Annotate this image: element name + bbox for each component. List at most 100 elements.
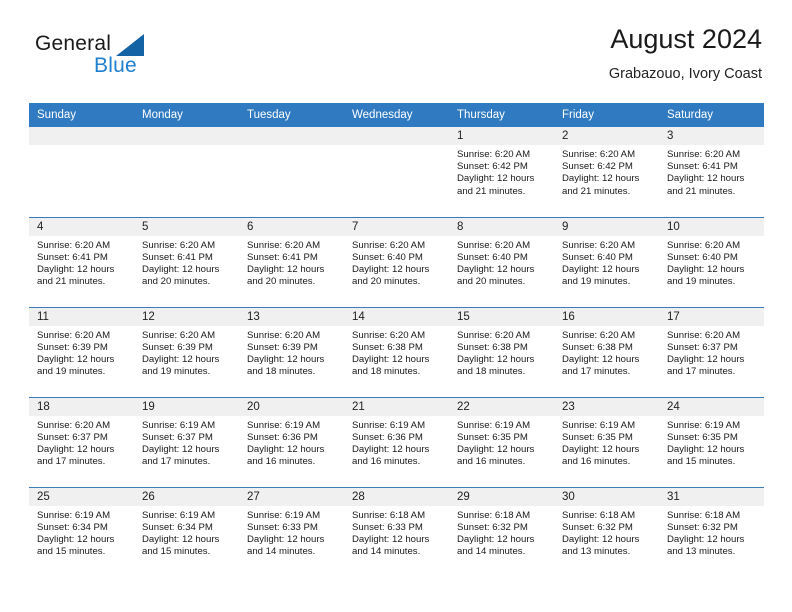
calendar-cell-empty <box>29 127 134 217</box>
calendar-day-cell[interactable]: 8 Sunrise: 6:20 AM Sunset: 6:40 PM Daylight… <box>449 216 554 307</box>
day-details: Sunrise: 6:20 AM Sunset: 6:40 PM Daylight:… <box>659 236 764 289</box>
calendar-day-cell[interactable]: 1 Sunrise: 6:20 AM Sunset: 6:42 PM Daylight… <box>449 127 554 217</box>
day-detail-line: and 21 minutes. <box>667 185 736 197</box>
general-blue-logo[interactable]: General Blue <box>35 32 175 84</box>
calendar-day-cell[interactable]: 22 Sunrise: 6:19 AM Sunset: 6:35 PM Dayligh… <box>449 396 554 487</box>
calendar-day-cell[interactable]: 28 Sunrise: 6:18 AM Sunset: 6:33 PM Dayligh… <box>344 486 449 577</box>
day-number: 10 <box>659 217 764 236</box>
calendar-day-cell[interactable]: 21 Sunrise: 6:19 AM Sunset: 6:36 PM Dayligh… <box>344 396 449 487</box>
day-detail-line: and 14 minutes. <box>352 546 421 558</box>
day-detail-line: Sunrise: 6:20 AM <box>457 239 531 251</box>
day-number: 29 <box>449 487 554 506</box>
day-detail-line: Daylight: 12 hours <box>457 263 535 275</box>
calendar-day-cell[interactable]: 31 Sunrise: 6:18 AM Sunset: 6:32 PM Dayligh… <box>659 486 764 577</box>
day-detail-line: and 17 minutes. <box>562 366 631 378</box>
day-detail-line: and 20 minutes. <box>247 276 316 288</box>
calendar-grid: Sunday Monday Tuesday Wednesday Thursday Frid… <box>29 103 764 577</box>
day-detail-line: Sunrise: 6:18 AM <box>667 509 741 521</box>
calendar-day-cell[interactable]: 20 Sunrise: 6:19 AM Sunset: 6:36 PM Dayligh… <box>239 396 344 487</box>
day-detail-line: Sunset: 6:33 PM <box>352 521 423 533</box>
day-number: 2 <box>554 127 659 145</box>
day-detail-line: Sunrise: 6:20 AM <box>37 419 111 431</box>
day-detail-line: Sunrise: 6:19 AM <box>37 509 111 521</box>
calendar-day-cell[interactable]: 14 Sunrise: 6:20 AM Sunset: 6:38 PM Dayligh… <box>344 306 449 397</box>
day-detail-line: Sunrise: 6:18 AM <box>352 509 426 521</box>
calendar-day-cell[interactable]: 29 Sunrise: 6:18 AM Sunset: 6:32 PM Dayligh… <box>449 486 554 577</box>
day-details: Sunrise: 6:20 AM Sunset: 6:38 PM Daylight:… <box>554 326 659 379</box>
calendar-day-cell[interactable]: 12 Sunrise: 6:20 AM Sunset: 6:39 PM Dayligh… <box>134 306 239 397</box>
day-detail-line: and 18 minutes. <box>352 366 421 378</box>
day-detail-line: Sunset: 6:34 PM <box>37 521 108 533</box>
day-detail-line: Sunset: 6:41 PM <box>142 251 213 263</box>
day-detail-line: and 13 minutes. <box>562 546 631 558</box>
day-detail-line: Daylight: 12 hours <box>457 443 535 455</box>
day-detail-line: Sunset: 6:38 PM <box>562 341 633 353</box>
day-detail-line: Sunrise: 6:20 AM <box>667 149 741 160</box>
calendar-day-cell[interactable]: 27 Sunrise: 6:19 AM Sunset: 6:33 PM Dayligh… <box>239 486 344 577</box>
calendar-day-cell[interactable]: 23 Sunrise: 6:19 AM Sunset: 6:35 PM Dayligh… <box>554 396 659 487</box>
day-detail-line: Sunrise: 6:20 AM <box>457 149 531 160</box>
day-detail-line: Daylight: 12 hours <box>562 353 640 365</box>
day-detail-line: and 20 minutes. <box>142 276 211 288</box>
day-detail-line: Daylight: 12 hours <box>37 443 115 455</box>
calendar-day-cell[interactable]: 4 Sunrise: 6:20 AM Sunset: 6:41 PM Daylight… <box>29 216 134 307</box>
calendar-day-cell[interactable]: 10 Sunrise: 6:20 AM Sunset: 6:40 PM Dayligh… <box>659 216 764 307</box>
day-detail-line: Sunset: 6:39 PM <box>142 341 213 353</box>
day-detail-line: and 20 minutes. <box>457 276 526 288</box>
page-subtitle: Grabazouo, Ivory Coast <box>608 66 762 82</box>
calendar-day-cell[interactable]: 16 Sunrise: 6:20 AM Sunset: 6:38 PM Dayligh… <box>554 306 659 397</box>
day-detail-line: Sunset: 6:40 PM <box>667 251 738 263</box>
day-detail-line: Sunrise: 6:20 AM <box>142 239 216 251</box>
calendar-day-cell[interactable]: 17 Sunrise: 6:20 AM Sunset: 6:37 PM Dayligh… <box>659 306 764 397</box>
day-detail-line: and 19 minutes. <box>142 366 211 378</box>
day-detail-line: Sunrise: 6:20 AM <box>562 149 636 160</box>
calendar-day-cell[interactable]: 13 Sunrise: 6:20 AM Sunset: 6:39 PM Dayligh… <box>239 306 344 397</box>
day-number: 18 <box>29 397 134 416</box>
day-detail-line: Sunset: 6:32 PM <box>562 521 633 533</box>
day-number: 3 <box>659 127 764 145</box>
day-detail-line: Daylight: 12 hours <box>247 263 325 275</box>
day-detail-line: and 13 minutes. <box>667 546 736 558</box>
day-number: 30 <box>554 487 659 506</box>
calendar-day-cell[interactable]: 2 Sunrise: 6:20 AM Sunset: 6:42 PM Daylight… <box>554 127 659 217</box>
calendar-day-cell[interactable]: 7 Sunrise: 6:20 AM Sunset: 6:40 PM Daylight… <box>344 216 449 307</box>
weekday-header-sunday: Sunday <box>29 103 134 127</box>
day-detail-line: Daylight: 12 hours <box>352 263 430 275</box>
day-detail-line: Daylight: 12 hours <box>457 173 535 185</box>
weekday-header-thursday: Thursday <box>449 103 554 127</box>
day-details: Sunrise: 6:20 AM Sunset: 6:41 PM Daylight:… <box>659 145 764 198</box>
calendar-day-cell[interactable]: 6 Sunrise: 6:20 AM Sunset: 6:41 PM Daylight… <box>239 216 344 307</box>
day-detail-line: Daylight: 12 hours <box>247 353 325 365</box>
day-detail-line: Daylight: 12 hours <box>352 353 430 365</box>
day-detail-line: Sunrise: 6:19 AM <box>142 509 216 521</box>
calendar-cell-empty <box>239 127 344 217</box>
calendar-day-cell[interactable]: 5 Sunrise: 6:20 AM Sunset: 6:41 PM Daylight… <box>134 216 239 307</box>
day-detail-line: and 18 minutes. <box>247 366 316 378</box>
calendar-day-cell[interactable]: 30 Sunrise: 6:18 AM Sunset: 6:32 PM Dayligh… <box>554 486 659 577</box>
day-details: Sunrise: 6:19 AM Sunset: 6:35 PM Daylight:… <box>554 416 659 469</box>
calendar-day-cell[interactable]: 18 Sunrise: 6:20 AM Sunset: 6:37 PM Dayligh… <box>29 396 134 487</box>
day-detail-line: Sunrise: 6:18 AM <box>457 509 531 521</box>
calendar-day-cell[interactable]: 19 Sunrise: 6:19 AM Sunset: 6:37 PM Dayligh… <box>134 396 239 487</box>
day-number: 11 <box>29 307 134 326</box>
day-detail-line: and 21 minutes. <box>457 185 526 197</box>
calendar-day-cell[interactable]: 26 Sunrise: 6:19 AM Sunset: 6:34 PM Dayligh… <box>134 486 239 577</box>
day-number <box>239 127 344 145</box>
calendar-day-cell[interactable]: 9 Sunrise: 6:20 AM Sunset: 6:40 PM Daylight… <box>554 216 659 307</box>
day-details: Sunrise: 6:20 AM Sunset: 6:42 PM Daylight:… <box>554 145 659 198</box>
calendar-day-cell[interactable]: 25 Sunrise: 6:19 AM Sunset: 6:34 PM Dayligh… <box>29 486 134 577</box>
day-detail-line: Sunset: 6:32 PM <box>457 521 528 533</box>
day-detail-line: Sunset: 6:33 PM <box>247 521 318 533</box>
day-detail-line: Sunrise: 6:20 AM <box>667 329 741 341</box>
calendar-day-cell[interactable]: 15 Sunrise: 6:20 AM Sunset: 6:38 PM Dayligh… <box>449 306 554 397</box>
calendar-day-cell[interactable]: 3 Sunrise: 6:20 AM Sunset: 6:41 PM Daylight… <box>659 127 764 217</box>
day-detail-line: Sunset: 6:40 PM <box>562 251 633 263</box>
calendar-day-cell[interactable]: 11 Sunrise: 6:20 AM Sunset: 6:39 PM Dayligh… <box>29 306 134 397</box>
day-number: 26 <box>134 487 239 506</box>
day-detail-line: Sunrise: 6:18 AM <box>562 509 636 521</box>
day-detail-line: Sunset: 6:40 PM <box>457 251 528 263</box>
day-detail-line: and 16 minutes. <box>247 456 316 468</box>
calendar-day-cell[interactable]: 24 Sunrise: 6:19 AM Sunset: 6:35 PM Dayligh… <box>659 396 764 487</box>
day-number: 15 <box>449 307 554 326</box>
day-details: Sunrise: 6:20 AM Sunset: 6:41 PM Daylight:… <box>239 236 344 289</box>
